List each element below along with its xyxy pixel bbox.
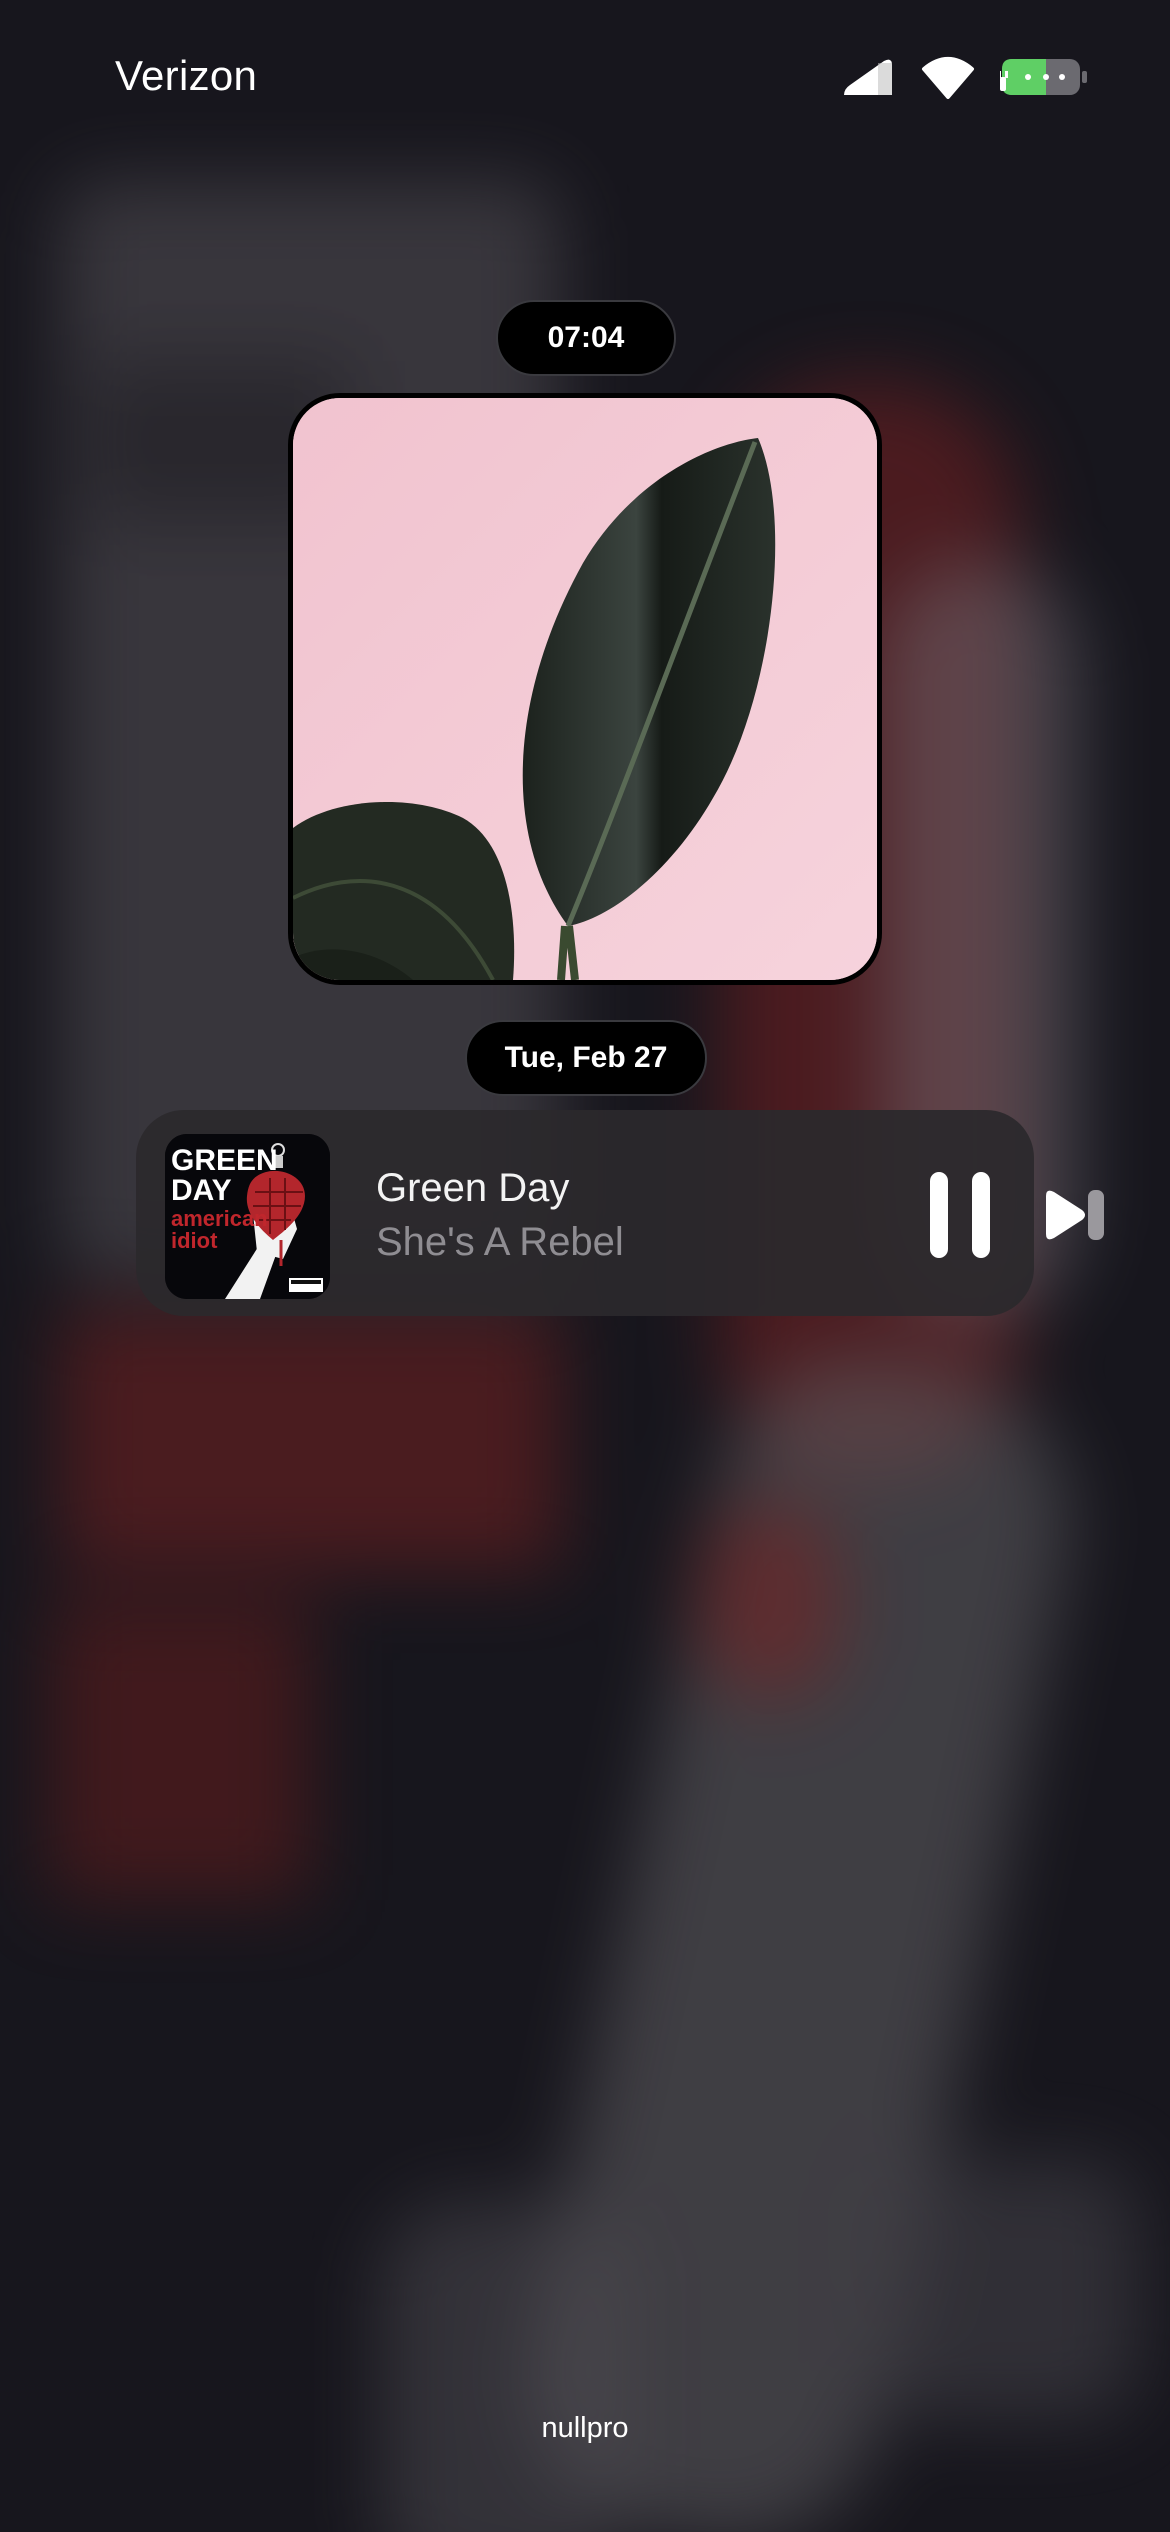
- cellular-signal-icon: [840, 55, 896, 99]
- leaf-photo: [293, 398, 877, 980]
- lock-screen: Verizon 07:04 Tue, Feb 27 GREEN DAY amer…: [0, 0, 1170, 2532]
- date-label: Tue, Feb 27: [465, 1020, 707, 1096]
- album-title-line4: idiot: [171, 1228, 218, 1253]
- wifi-icon: [920, 55, 976, 99]
- album-title-line1: GREEN: [171, 1144, 278, 1177]
- next-track-button[interactable]: [1042, 1188, 1106, 1242]
- clock-time: 07:04: [496, 300, 676, 376]
- song-title: She's A Rebel: [376, 1220, 624, 1264]
- artist-name: Green Day: [376, 1166, 570, 1210]
- battery-charging-icon: [1000, 55, 1090, 99]
- now-playing-widget[interactable]: GREEN DAY american idiot Green Day She's…: [136, 1110, 1104, 1316]
- carrier-label: Verizon: [115, 52, 258, 99]
- footer-label: nullpro: [541, 2412, 629, 2444]
- next-track-icon: [1046, 1190, 1104, 1240]
- album-art-image: GREEN DAY american idiot: [165, 1134, 330, 1299]
- album-title-line2: DAY: [171, 1174, 232, 1207]
- pause-button[interactable]: [926, 1170, 996, 1260]
- album-art[interactable]: GREEN DAY american idiot: [165, 1134, 330, 1299]
- status-icons: [840, 52, 1090, 102]
- pause-icon: [930, 1172, 990, 1258]
- photo-widget[interactable]: [288, 393, 882, 985]
